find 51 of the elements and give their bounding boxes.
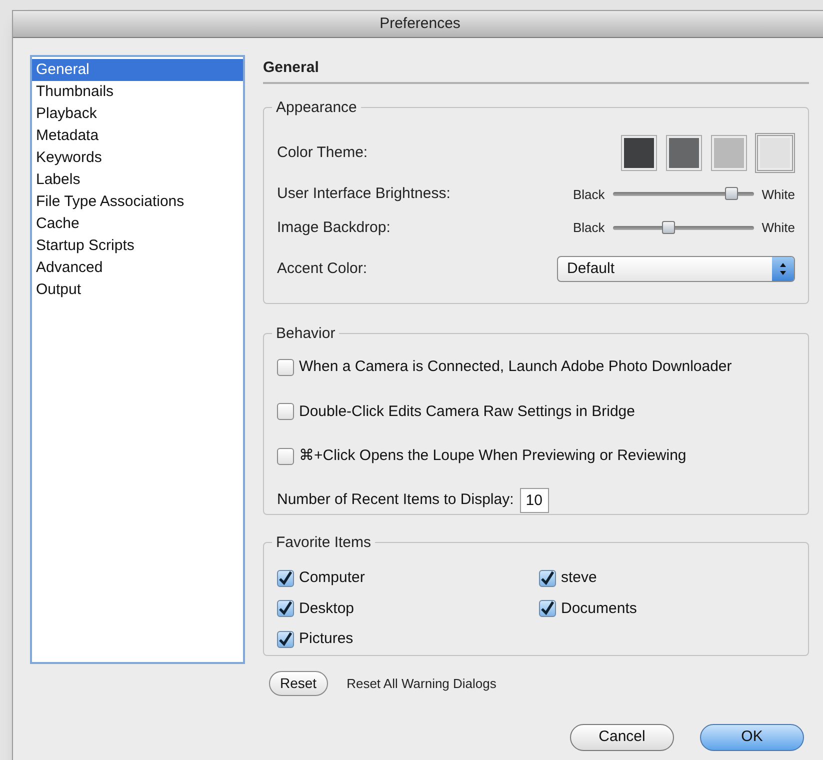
slider-thumb[interactable] (725, 187, 738, 200)
theme-swatch[interactable] (666, 135, 702, 171)
checkbox[interactable] (539, 570, 556, 587)
checkbox-label: Computer (299, 568, 365, 588)
sidebar-item[interactable]: File Type Associations (32, 191, 243, 213)
checkbox[interactable] (539, 600, 556, 618)
sidebar-item[interactable]: General (32, 59, 243, 81)
reset-label: Reset All Warning Dialogs (346, 674, 496, 693)
reset-button[interactable]: Reset (269, 671, 328, 696)
section-title: General (263, 59, 319, 76)
field-label: Color Theme: (277, 142, 368, 163)
checkbox-label: Documents (561, 598, 637, 618)
checkbox-label: Double-Click Edits Camera Raw Settings in Bridge (299, 402, 635, 422)
sidebar-item[interactable]: Startup Scripts (32, 235, 243, 257)
checkbox-label: ⌘+Click Opens the Loupe When Previewing or Reviewing (299, 446, 686, 466)
sidebar-item[interactable]: Keywords (32, 147, 243, 169)
theme-swatch[interactable] (621, 135, 657, 171)
checkbox-label: steve (561, 568, 597, 588)
ok-button[interactable]: OK (700, 724, 804, 751)
sidebar-item[interactable]: Advanced (32, 257, 243, 279)
slider-max-label: White (762, 186, 795, 204)
sidebar-item[interactable]: Metadata (32, 125, 243, 147)
checkbox-label: When a Camera is Connected, Launch Adobe Photo Downloader (299, 357, 732, 377)
checkbox[interactable] (277, 448, 294, 465)
checkbox[interactable] (277, 630, 294, 648)
checkbox[interactable] (277, 570, 294, 587)
sidebar-item[interactable]: Output (32, 279, 243, 301)
slider-max-label: White (762, 219, 795, 237)
checkbox-label: Desktop (299, 598, 354, 618)
accent-color-dropdown[interactable]: Default (557, 256, 795, 282)
checkbox[interactable] (277, 358, 294, 376)
theme-swatch[interactable] (755, 133, 795, 173)
field-label: Accent Color: (277, 258, 368, 279)
sidebar-item[interactable]: Labels (32, 169, 243, 191)
slider-min-label: Black (572, 219, 605, 237)
sidebar-item[interactable]: Cache (32, 213, 243, 235)
theme-swatch[interactable] (711, 135, 747, 171)
slider-thumb[interactable] (662, 220, 675, 234)
window-title: Preferences (380, 14, 460, 34)
field-label: Image Backdrop: (277, 218, 390, 238)
stepper-arrows-icon (772, 257, 794, 281)
sidebar-item[interactable]: Thumbnails (32, 81, 243, 103)
checkbox[interactable] (277, 403, 294, 420)
slider-min-label: Black (572, 186, 605, 204)
checkbox[interactable] (277, 600, 294, 618)
cancel-button[interactable]: Cancel (570, 724, 674, 751)
field-label: User Interface Brightness: (277, 184, 450, 204)
recent-items-field[interactable]: 10 (520, 488, 549, 512)
checkbox-label: Pictures (299, 629, 354, 649)
sidebar-item[interactable]: Playback (32, 103, 243, 125)
field-label: Number of Recent Items to Display: (277, 490, 514, 510)
